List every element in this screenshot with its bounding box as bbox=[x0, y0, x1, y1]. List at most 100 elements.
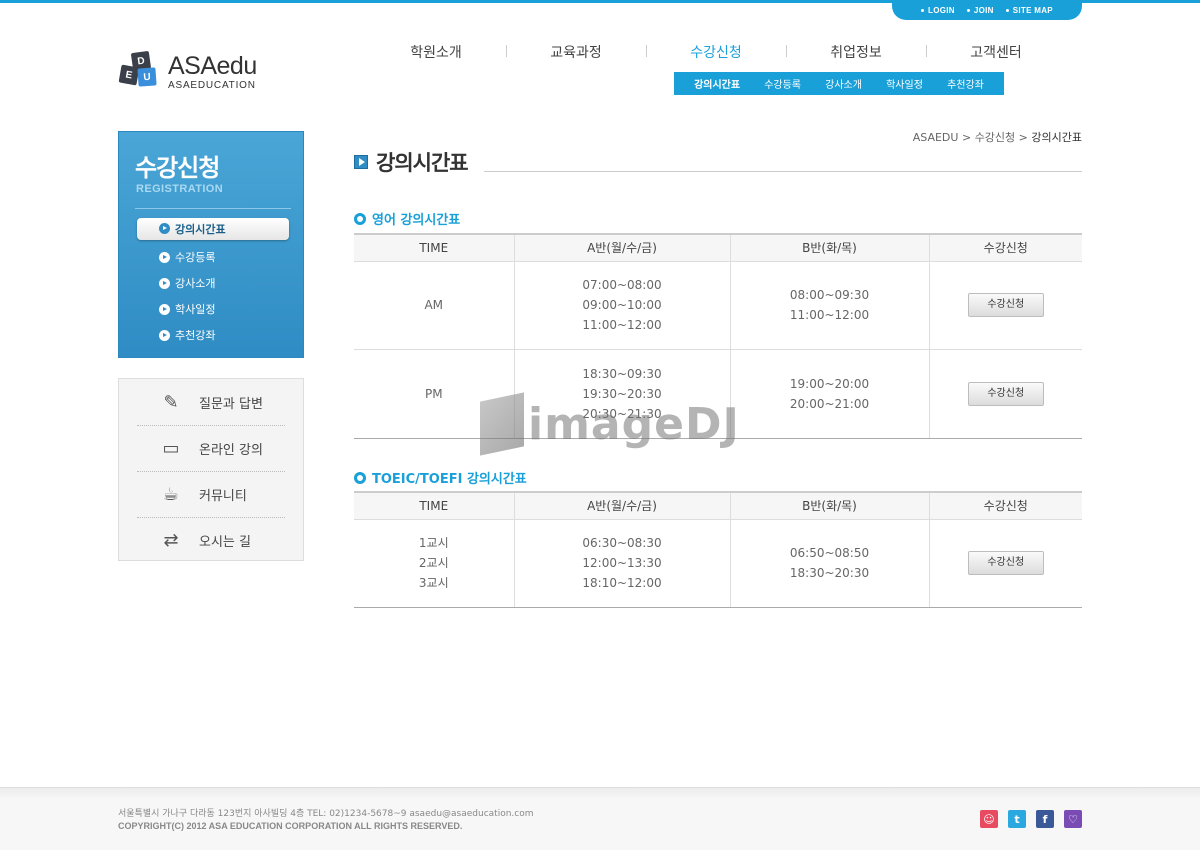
toeic-timetable: TIME A반(월/수/금) B반(화/목) 수강신청 1교시 2교시 3교시 … bbox=[354, 491, 1082, 608]
english-section-label: 영어 강의시간표 bbox=[372, 213, 461, 228]
table-row: AM 07:00~08:00 09:00~10:00 11:00~12:00 0… bbox=[354, 261, 1082, 350]
time-slot: 11:00~12:00 bbox=[789, 308, 870, 322]
sns-links: ☺ t f ♡ bbox=[980, 810, 1082, 828]
side-item-enroll[interactable]: 수강등록 bbox=[137, 244, 289, 270]
logo[interactable]: D E U ASAedu ASAEDUCATION bbox=[118, 50, 268, 92]
side-menu: 강의시간표 수강등록 강사소개 학사일정 추천강좌 bbox=[137, 218, 289, 348]
breadcrumb: ASAEDU > 수강신청 > 강의시간표 bbox=[912, 131, 1082, 144]
apply-cell: 수강신청 bbox=[928, 519, 1082, 608]
side-item-label: 추천강좌 bbox=[175, 329, 216, 342]
sub-nav-item-timetable[interactable]: 강의시간표 bbox=[694, 76, 740, 91]
page-title: 강의시간표 bbox=[376, 151, 469, 175]
footer-address: 서울특별시 가나구 다라동 123번지 아사빌딩 4층 TEL: 02)1234… bbox=[118, 809, 534, 819]
quick-item-community[interactable]: ☕ 커뮤니티 bbox=[137, 471, 285, 517]
side-title: 수강신청 bbox=[135, 154, 220, 182]
side-item-schedule[interactable]: 학사일정 bbox=[137, 296, 289, 322]
play-bullet-icon bbox=[159, 278, 170, 289]
side-item-label: 수강등록 bbox=[175, 251, 216, 264]
play-bullet-icon bbox=[159, 223, 170, 234]
time-cell: PM bbox=[354, 349, 514, 439]
col-header-apply: 수강신청 bbox=[928, 491, 1082, 520]
yozm-icon[interactable]: ♡ bbox=[1064, 810, 1082, 828]
logo-cube-e: E bbox=[118, 64, 140, 86]
table-row: PM 18:30~09:30 19:30~20:30 20:30~21:30 1… bbox=[354, 349, 1082, 439]
sitemap-label: SITE MAP bbox=[1012, 5, 1053, 15]
table-header-row: TIME A반(월/수/금) B반(화/목) 수강신청 bbox=[354, 233, 1082, 262]
quick-links: ✎ 질문과 답변 ▭ 온라인 강의 ☕ 커뮤니티 ⇄ 오시는 길 bbox=[118, 378, 304, 561]
footer-copyright: COPYRIGHT(C) 2012 ASA EDUCATION CORPORAT… bbox=[118, 821, 463, 831]
qna-icon: ✎ bbox=[163, 391, 179, 413]
side-eng-title: REGISTRATION bbox=[136, 183, 224, 195]
toeic-section-label: TOEIC/TOEFI 강의시간표 bbox=[372, 472, 527, 487]
class-b-cell: 19:00~20:00 20:00~21:00 bbox=[729, 349, 929, 439]
side-item-instructors[interactable]: 강사소개 bbox=[137, 270, 289, 296]
time-slot: 19:30~20:30 bbox=[582, 386, 662, 401]
class-b-cell: 06:50~08:50 18:30~20:30 bbox=[729, 519, 929, 608]
quick-item-label: 질문과 답변 bbox=[199, 396, 263, 412]
sub-nav-item-schedule[interactable]: 학사일정 bbox=[886, 76, 923, 91]
join-link[interactable]: JOIN bbox=[966, 6, 994, 15]
ring-bullet-icon bbox=[354, 471, 366, 484]
apply-button[interactable]: 수강신청 bbox=[967, 551, 1044, 575]
facebook-icon[interactable]: f bbox=[1036, 810, 1054, 828]
sub-nav-item-enroll[interactable]: 수강등록 bbox=[764, 76, 801, 91]
side-item-recommended[interactable]: 추천강좌 bbox=[137, 322, 289, 348]
footer: 서울특별시 가나구 다라동 123번지 아사빌딩 4층 TEL: 02)1234… bbox=[0, 787, 1200, 850]
play-bullet-icon bbox=[159, 330, 170, 341]
quick-item-online-lecture[interactable]: ▭ 온라인 강의 bbox=[137, 425, 285, 471]
apply-button[interactable]: 수강신청 bbox=[967, 381, 1044, 406]
bullet-icon bbox=[921, 8, 925, 12]
logo-cube-u: U bbox=[137, 67, 157, 87]
time-slot: 06:30~08:30 bbox=[582, 536, 662, 550]
time-slot: 09:00~10:00 bbox=[582, 298, 662, 312]
online-lecture-icon: ▭ bbox=[162, 438, 180, 459]
time-slot: 06:50~08:50 bbox=[789, 546, 870, 560]
time-slot: 19:00~20:00 bbox=[789, 376, 870, 391]
me2day-icon[interactable]: ☺ bbox=[980, 810, 998, 828]
col-header-class-b: B반(화/목) bbox=[729, 491, 929, 520]
class-a-cell: 18:30~09:30 19:30~20:30 20:30~21:30 bbox=[513, 349, 730, 439]
play-bullet-icon bbox=[159, 304, 170, 315]
apply-button[interactable]: 수강신청 bbox=[967, 293, 1044, 317]
quick-item-label: 오시는 길 bbox=[199, 535, 251, 550]
table-header-row: TIME A반(월/수/금) B반(화/목) 수강신청 bbox=[354, 491, 1082, 520]
time-cell: AM bbox=[354, 261, 514, 350]
english-timetable: TIME A반(월/수/금) B반(화/목) 수강신청 AM 07:00~08:… bbox=[354, 233, 1082, 439]
side-item-label: 강사소개 bbox=[175, 277, 216, 290]
play-bullet-icon bbox=[159, 252, 170, 263]
side-item-label: 학사일정 bbox=[175, 303, 216, 316]
logo-brand: ASAedu bbox=[168, 52, 257, 80]
quick-item-directions[interactable]: ⇄ 오시는 길 bbox=[137, 517, 285, 563]
gnb-item-support[interactable]: 고객센터 bbox=[926, 42, 1066, 62]
login-label: LOGIN bbox=[928, 5, 955, 15]
breadcrumb-home[interactable]: ASAEDU bbox=[913, 131, 959, 144]
side-item-timetable[interactable]: 강의시간표 bbox=[137, 218, 289, 240]
class-a-cell: 06:30~08:30 12:00~13:30 18:10~12:00 bbox=[513, 519, 730, 608]
table-row: 1교시 2교시 3교시 06:30~08:30 12:00~13:30 18:1… bbox=[354, 519, 1082, 608]
utility-bar: LOGIN JOIN SITE MAP bbox=[892, 0, 1082, 20]
side-item-label: 강의시간표 bbox=[175, 223, 226, 236]
side-nav: 수강신청 REGISTRATION 강의시간표 수강등록 강사소개 학사일정 추… bbox=[118, 131, 304, 358]
time-slot: 12:00~13:30 bbox=[582, 556, 662, 570]
gnb-item-about[interactable]: 학원소개 bbox=[366, 42, 506, 62]
gnb-item-courses[interactable]: 교육과정 bbox=[506, 42, 646, 62]
gnb-item-registration[interactable]: 수강신청 bbox=[646, 42, 786, 62]
sub-nav-item-instructors[interactable]: 강사소개 bbox=[825, 76, 862, 91]
quick-item-qna[interactable]: ✎ 질문과 답변 bbox=[137, 379, 285, 425]
title-underline bbox=[484, 171, 1082, 172]
time-slot: 20:30~21:30 bbox=[582, 406, 662, 421]
title-play-icon bbox=[354, 155, 368, 169]
quick-item-label: 커뮤니티 bbox=[199, 489, 247, 504]
bullet-icon bbox=[966, 8, 970, 12]
gnb-item-jobs[interactable]: 취업정보 bbox=[786, 42, 926, 62]
col-header-class-b: B반(화/목) bbox=[729, 233, 929, 262]
sub-nav-item-recommended[interactable]: 추천강좌 bbox=[947, 76, 984, 91]
breadcrumb-section[interactable]: 수강신청 bbox=[975, 131, 1015, 144]
sitemap-link[interactable]: SITE MAP bbox=[1005, 5, 1053, 15]
toeic-section-title: TOEIC/TOEFI 강의시간표 bbox=[354, 468, 527, 487]
ring-bullet-icon bbox=[354, 212, 366, 225]
twitter-icon[interactable]: t bbox=[1008, 810, 1026, 828]
col-header-apply: 수강신청 bbox=[928, 233, 1082, 262]
period-label: 3교시 bbox=[418, 576, 449, 590]
login-link[interactable]: LOGIN bbox=[921, 6, 955, 15]
